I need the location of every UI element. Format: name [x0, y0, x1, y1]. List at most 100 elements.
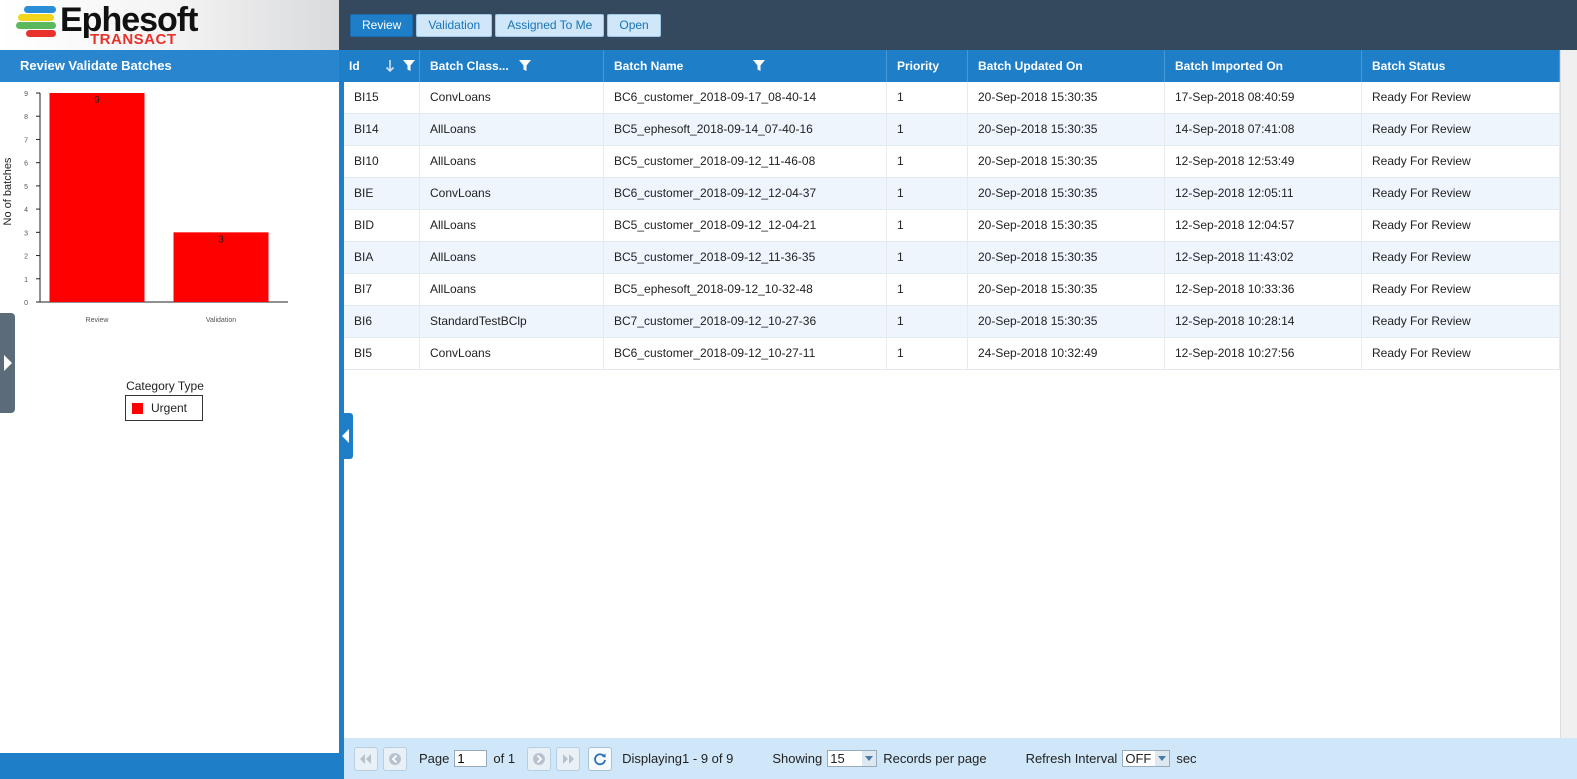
records-per-page-label: Records per page: [883, 751, 987, 766]
cell-priority: 1: [887, 82, 968, 113]
next-page-button[interactable]: [527, 746, 552, 771]
tab-open[interactable]: Open: [607, 14, 661, 37]
cell-batch-updated-on: 20-Sep-2018 15:30:35: [968, 82, 1165, 113]
table-row[interactable]: BI14 AllLoans BC5_ephesoft_2018-09-14_07-4…: [344, 114, 1560, 146]
grid-body: BI15 ConvLoans BC6_customer_2018-09-17_08-…: [344, 82, 1560, 370]
refresh-button[interactable]: [588, 746, 613, 771]
cell-batch-imported-on: 12-Sep-2018 10:27:56: [1165, 338, 1362, 369]
cell-priority: 1: [887, 338, 968, 369]
arrow-right-icon: [4, 355, 12, 371]
cell-batch-status: Ready For Review: [1362, 82, 1560, 113]
top-header: Ephesoft TRANSACT Review Validation Assi…: [0, 0, 1577, 50]
cell-batch-imported-on: 12-Sep-2018 10:28:14: [1165, 306, 1362, 337]
cell-batch-name: BC5_ephesoft_2018-09-12_10-32-48: [604, 274, 887, 305]
cell-id: BI5: [344, 338, 420, 369]
cell-batch-name: BC5_customer_2018-09-12_11-46-08: [604, 146, 887, 177]
bar-data-label: 9: [94, 95, 100, 106]
cell-batch-status: Ready For Review: [1362, 114, 1560, 145]
cell-batch-class: AllLoans: [420, 274, 604, 305]
legend-swatch-urgent: [132, 402, 143, 414]
table-row[interactable]: BID AllLoans BC5_customer_2018-09-12_12-04…: [344, 210, 1560, 242]
arrow-left-icon: [342, 429, 349, 443]
left-panel-title: Review Validate Batches: [0, 50, 339, 82]
cell-priority: 1: [887, 242, 968, 273]
chart-legend: Urgent: [125, 395, 203, 421]
first-page-icon: [360, 753, 371, 764]
cell-batch-imported-on: 12-Sep-2018 12:53:49: [1165, 146, 1362, 177]
left-panel: Review Validate Batches 0 1 2 3 4 5 6 7 8 9 No of …: [0, 50, 339, 779]
chart-y-axis-label: No of batches: [2, 157, 14, 225]
filter-icon[interactable]: [753, 60, 765, 72]
cell-batch-class: StandardTestBClp: [420, 306, 604, 337]
column-header-id[interactable]: Id: [344, 50, 420, 82]
y-tick-label: 9: [24, 91, 28, 98]
displaying-summary: Displaying1 - 9 of 9: [622, 751, 734, 766]
y-tick-label: 6: [24, 161, 28, 168]
cell-batch-name: BC5_ephesoft_2018-09-14_07-40-16: [604, 114, 887, 145]
column-header-batch-updated-on[interactable]: Batch Updated On: [968, 50, 1165, 82]
tab-validation[interactable]: Validation: [416, 14, 493, 37]
last-page-icon: [563, 753, 575, 764]
cell-batch-updated-on: 20-Sep-2018 15:30:35: [968, 242, 1165, 273]
records-per-page-select[interactable]: 15: [827, 750, 878, 767]
y-tick-label: 4: [24, 207, 28, 214]
showing-label: Showing: [772, 751, 823, 766]
cell-batch-updated-on: 20-Sep-2018 15:30:35: [968, 114, 1165, 145]
column-header-priority[interactable]: Priority: [887, 50, 968, 82]
cell-id: BIE: [344, 178, 420, 209]
grid-scrollbar[interactable]: [1560, 50, 1577, 738]
refresh-interval-select[interactable]: OFF: [1122, 750, 1171, 767]
last-page-button[interactable]: [556, 746, 581, 771]
column-header-batch-status[interactable]: Batch Status: [1362, 50, 1560, 82]
cell-priority: 1: [887, 146, 968, 177]
first-page-button[interactable]: [354, 746, 378, 771]
y-tick-label: 3: [24, 230, 28, 237]
cell-batch-updated-on: 20-Sep-2018 15:30:35: [968, 274, 1165, 305]
cell-batch-updated-on: 20-Sep-2018 15:30:35: [968, 178, 1165, 209]
table-row[interactable]: BIA AllLoans BC5_customer_2018-09-12_11-36…: [344, 242, 1560, 274]
tab-review[interactable]: Review: [350, 14, 414, 37]
cell-batch-class: ConvLoans: [420, 82, 604, 113]
page-of-label: of 1: [493, 751, 516, 766]
cell-batch-updated-on: 20-Sep-2018 15:30:35: [968, 210, 1165, 241]
cell-batch-status: Ready For Review: [1362, 242, 1560, 273]
cell-batch-class: AllLoans: [420, 114, 604, 145]
cell-batch-status: Ready For Review: [1362, 338, 1560, 369]
cell-batch-imported-on: 17-Sep-2018 08:40:59: [1165, 82, 1362, 113]
chevron-down-icon[interactable]: [862, 751, 877, 766]
cell-batch-name: BC5_customer_2018-09-12_11-36-35: [604, 242, 887, 273]
cell-batch-status: Ready For Review: [1362, 306, 1560, 337]
cell-batch-updated-on: 20-Sep-2018 15:30:35: [968, 146, 1165, 177]
column-header-batch-name[interactable]: Batch Name: [604, 50, 887, 82]
cell-priority: 1: [887, 114, 968, 145]
cell-batch-class: ConvLoans: [420, 338, 604, 369]
prev-page-button[interactable]: [383, 746, 407, 771]
tab-assigned-to-me[interactable]: Assigned To Me: [495, 14, 605, 37]
table-row[interactable]: BIE ConvLoans BC6_customer_2018-09-12_12-0…: [344, 178, 1560, 210]
page-number-input[interactable]: [454, 750, 488, 767]
collapse-panel-handle[interactable]: [339, 413, 353, 459]
chevron-down-icon[interactable]: [1155, 751, 1170, 766]
legend-label-urgent: Urgent: [151, 401, 188, 415]
table-row[interactable]: BI6 StandardTestBClp BC7_customer_2018-09-…: [344, 306, 1560, 338]
sort-descending-icon[interactable]: [385, 59, 395, 73]
filter-icon[interactable]: [403, 60, 415, 72]
filter-icon[interactable]: [519, 60, 531, 72]
cell-id: BI14: [344, 114, 420, 145]
table-row[interactable]: BI5 ConvLoans BC6_customer_2018-09-12_10-2…: [344, 338, 1560, 370]
pager-toolbar: Page of 1 Displaying1 - 9 of 9 Showing 1…: [344, 738, 1577, 779]
refresh-icon: [594, 752, 606, 765]
batch-grid: Id Batch Class... Batch Name Priority Ba…: [344, 50, 1560, 370]
cell-priority: 1: [887, 210, 968, 241]
table-row[interactable]: BI7 AllLoans BC5_ephesoft_2018-09-12_10-32…: [344, 274, 1560, 306]
table-row[interactable]: BI10 AllLoans BC5_customer_2018-09-12_11-4…: [344, 146, 1560, 178]
y-tick-label: 7: [24, 137, 28, 144]
cell-batch-imported-on: 12-Sep-2018 12:05:11: [1165, 178, 1362, 209]
expand-panel-handle[interactable]: [0, 313, 15, 413]
table-row[interactable]: BI15 ConvLoans BC6_customer_2018-09-17_08-…: [344, 82, 1560, 114]
column-header-batch-imported-on[interactable]: Batch Imported On: [1165, 50, 1362, 82]
x-tick-label: Validation: [206, 317, 236, 324]
column-header-batch-class[interactable]: Batch Class...: [420, 50, 604, 82]
y-tick-label: 1: [24, 277, 28, 284]
cell-batch-imported-on: 14-Sep-2018 07:41:08: [1165, 114, 1362, 145]
